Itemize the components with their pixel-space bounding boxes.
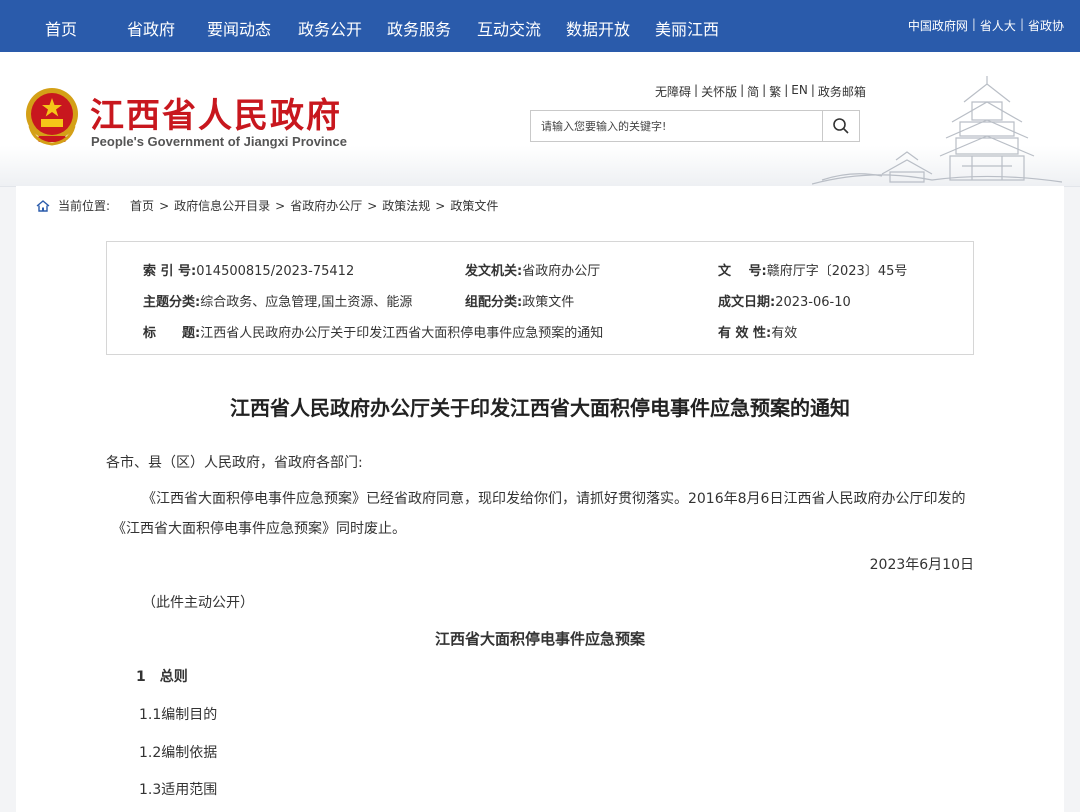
meta-category-value: 政策文件	[522, 295, 575, 310]
site-subtitle: People's Government of Jiangxi Province	[91, 134, 347, 149]
search-box	[530, 110, 860, 142]
nav-item-provincial-gov[interactable]: 省政府	[127, 16, 175, 40]
publicity-note: （此件主动公开）	[142, 595, 254, 611]
meta-title-value: 江西省人民政府办公厅关于印发江西省大面积停电事件应急预案的通知	[200, 326, 604, 341]
meta-index-key: 索 引 号:	[143, 264, 197, 279]
nav-item-open-data[interactable]: 数据开放	[566, 16, 630, 40]
meta-category-key: 组配分类:	[465, 295, 523, 310]
link-accessibility[interactable]: 无障碍	[655, 83, 691, 100]
meta-topic-key: 主题分类:	[143, 295, 201, 310]
section-heading-general: 1 总则	[136, 669, 188, 685]
subsection-purpose: 1.1编制目的	[139, 707, 218, 723]
link-traditional[interactable]: 繁	[769, 83, 781, 100]
breadcrumb-policy-docs[interactable]: 政策文件	[450, 197, 498, 214]
meta-docno-value: 赣府厅字〔2023〕45号	[766, 264, 908, 279]
body-paragraph-line-2: 《江西省大面积停电事件应急预案》同时废止。	[112, 521, 406, 537]
subsection-basis: 1.2编制依据	[139, 745, 218, 761]
meta-issuer-value: 省政府办公厅	[522, 264, 601, 279]
meta-doc-number: 文 号:赣府厅字〔2023〕45号	[718, 260, 907, 279]
breadcrumb-home[interactable]: 首页	[130, 197, 154, 214]
meta-topic-value: 综合政务、应急管理,国土资源、能源	[200, 295, 413, 310]
link-provincial-congress[interactable]: 省人大	[980, 17, 1016, 34]
document-title: 江西省人民政府办公厅关于印发江西省大面积停电事件应急预案的通知	[230, 396, 850, 420]
meta-validity-value: 有效	[771, 326, 798, 341]
breadcrumb: 当前位置: 首页 > 政府信息公开目录 > 省政府办公厅 > 政策法规 > 政策文件	[36, 197, 498, 214]
main-content: 当前位置: 首页 > 政府信息公开目录 > 省政府办公厅 > 政策法规 > 政策文件 索…	[16, 186, 1064, 812]
body-paragraph-line-1: 《江西省大面积停电事件应急预案》已经省政府同意，现印发给你们，请抓好贯彻落实。2…	[142, 491, 966, 507]
meta-issuer: 发文机关:省政府办公厅	[465, 260, 600, 279]
link-provincial-cppcc[interactable]: 省政协	[1028, 17, 1064, 34]
nav-item-gov-services[interactable]: 政务服务	[387, 16, 451, 40]
link-care-version[interactable]: 关怀版	[701, 83, 737, 100]
plan-title: 江西省大面积停电事件应急预案	[434, 630, 645, 648]
nav-item-home[interactable]: 首页	[45, 16, 77, 40]
meta-title-key: 标 题:	[143, 326, 201, 341]
top-right-links: 中国政府网 | 省人大 | 省政协	[908, 17, 1064, 34]
meta-index: 索 引 号:014500815/2023-75412	[143, 260, 354, 279]
meta-topic: 主题分类:综合政务、应急管理,国土资源、能源	[143, 291, 412, 310]
home-icon	[36, 199, 50, 212]
meta-index-value: 014500815/2023-75412	[196, 264, 355, 279]
link-china-gov[interactable]: 中国政府网	[908, 17, 968, 34]
separator: |	[1019, 17, 1024, 31]
meta-date-key: 成文日期:	[718, 295, 776, 310]
subsection-scope: 1.3适用范围	[139, 782, 218, 798]
meta-validity: 有 效 性:有效	[718, 322, 797, 341]
site-title[interactable]: 江西省人民政府	[90, 88, 342, 137]
nav-item-beautiful-jiangxi[interactable]: 美丽江西	[655, 16, 719, 40]
meta-date-value: 2023-06-10	[775, 295, 851, 310]
meta-docno-key: 文 号:	[718, 264, 767, 279]
meta-date: 成文日期:2023-06-10	[718, 291, 851, 310]
document-metadata-table: 索 引 号:014500815/2023-75412 发文机关:省政府办公厅 文…	[106, 241, 974, 355]
meta-title: 标 题:江西省人民政府办公厅关于印发江西省大面积停电事件应急预案的通知	[143, 322, 603, 341]
tengwang-pavilion-illustration	[812, 76, 1062, 185]
breadcrumb-info-catalog[interactable]: 政府信息公开目录	[174, 197, 270, 214]
meta-issuer-key: 发文机关:	[465, 264, 523, 279]
national-emblem-icon	[26, 88, 78, 146]
nav-item-news[interactable]: 要闻动态	[207, 16, 271, 40]
salutation: 各市、县（区）人民政府，省政府各部门:	[106, 455, 363, 471]
site-header: 江西省人民政府 People's Government of Jiangxi P…	[0, 52, 1080, 187]
search-input[interactable]	[531, 111, 822, 141]
breadcrumb-policies[interactable]: 政策法规	[382, 197, 430, 214]
breadcrumb-general-office[interactable]: 省政府办公厅	[290, 197, 362, 214]
top-nav-bar: 首页 省政府 要闻动态 政务公开 政务服务 互动交流 数据开放 美丽江西 中国政…	[0, 0, 1080, 52]
link-english[interactable]: EN	[791, 83, 808, 100]
meta-category: 组配分类:政策文件	[465, 291, 574, 310]
meta-validity-key: 有 效 性:	[718, 326, 772, 341]
link-simplified[interactable]: 简	[747, 83, 759, 100]
nav-item-gov-affairs-open[interactable]: 政务公开	[298, 16, 362, 40]
separator: |	[971, 17, 976, 31]
document-date: 2023年6月10日	[869, 557, 974, 573]
nav-item-interaction[interactable]: 互动交流	[477, 16, 541, 40]
breadcrumb-label: 当前位置:	[58, 199, 111, 213]
